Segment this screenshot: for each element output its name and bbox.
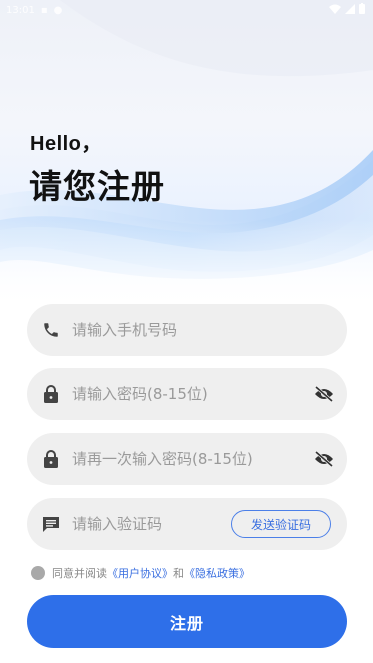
agreement-row: 同意并阅读 《用户协议》 和 《隐私政策》 [31, 565, 250, 581]
phone-field[interactable] [27, 304, 347, 356]
notification-icon-2: ● [53, 4, 63, 16]
notification-icon: ▪ [40, 4, 48, 16]
eye-off-icon[interactable] [313, 384, 335, 404]
status-time: 13:01 [6, 4, 35, 16]
status-bar: 13:01 ▪ ● [0, 0, 373, 20]
phone-input[interactable] [72, 321, 272, 339]
page-title: 请您注册 [29, 167, 165, 206]
wifi-icon [329, 4, 341, 17]
send-code-button[interactable]: 发送验证码 [231, 510, 331, 538]
privacy-policy-link[interactable]: 《隐私政策》 [184, 565, 250, 581]
code-input[interactable] [72, 515, 222, 533]
message-icon [41, 514, 61, 534]
agreement-checkbox[interactable] [31, 566, 45, 580]
battery-icon [359, 3, 365, 17]
password-input[interactable] [72, 385, 272, 403]
agreement-conjunction: 和 [173, 567, 184, 580]
code-field[interactable]: 发送验证码 [27, 498, 347, 550]
signal-icon [345, 3, 355, 17]
eye-off-icon[interactable] [313, 449, 335, 469]
phone-icon [41, 320, 61, 340]
agreement-prefix: 同意并阅读 [52, 567, 107, 580]
user-agreement-link[interactable]: 《用户协议》 [107, 565, 173, 581]
password-confirm-field[interactable] [27, 433, 347, 485]
password-field[interactable] [27, 368, 347, 420]
password-confirm-input[interactable] [72, 450, 302, 468]
greeting-text: Hello， [30, 133, 102, 155]
lock-icon [41, 384, 61, 404]
lock-icon [41, 449, 61, 469]
register-button[interactable]: 注册 [27, 595, 347, 648]
